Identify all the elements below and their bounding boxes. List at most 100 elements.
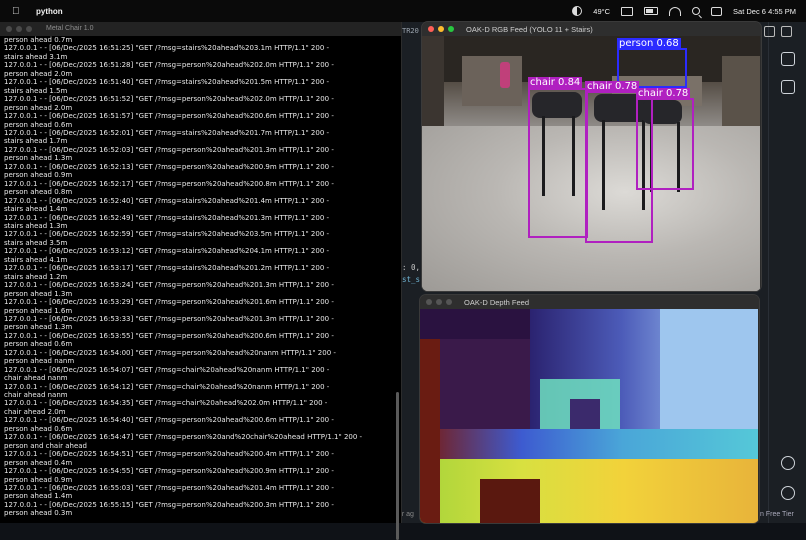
terminal-line: person ahead 0.6m — [4, 424, 73, 433]
terminal-line: person ahead 1.3m — [4, 289, 73, 298]
terminal-line: stairs ahead 1.5m — [4, 86, 68, 95]
menu-bar:  python 49°C Sat Dec 6 4:55 PM — [0, 0, 806, 22]
menu-bar-clock[interactable]: Sat Dec 6 4:55 PM — [733, 7, 796, 16]
terminal-line: 127.0.0.1 - - [06/Dec/2025 16:52:03] "GE… — [4, 145, 334, 154]
terminal-line: chair ahead nanm — [4, 374, 68, 383]
terminal-line: 127.0.0.1 - - [06/Dec/2025 16:54:51] "GE… — [4, 450, 334, 459]
detection-box — [636, 98, 694, 190]
terminal-line: 127.0.0.1 - - [06/Dec/2025 16:53:55] "GE… — [4, 331, 334, 340]
code-fragment: st_s — [402, 275, 421, 284]
terminal-line: person ahead 0.8m — [4, 188, 73, 197]
detection-label: person 0.68 — [617, 38, 681, 49]
appearance-icon[interactable] — [572, 6, 583, 16]
terminal-line: person ahead nanm — [4, 357, 75, 366]
depth-feed-window[interactable]: OAK-D Depth Feed — [420, 295, 759, 523]
status-bar-tier[interactable]: n Free Tier — [760, 511, 794, 518]
menu-bar-status: 49°C Sat Dec 6 4:55 PM — [572, 0, 796, 22]
terminal-line: 127.0.0.1 - - [06/Dec/2025 16:55:03] "GE… — [4, 484, 334, 493]
terminal-line: 127.0.0.1 - - [06/Dec/2025 16:54:55] "GE… — [4, 467, 334, 476]
close-icon[interactable] — [426, 299, 432, 305]
close-icon[interactable] — [428, 26, 434, 32]
terminal-line: 127.0.0.1 - - [06/Dec/2025 16:51:28] "GE… — [4, 61, 334, 70]
terminal-line: person ahead 1.4m — [4, 492, 73, 501]
terminal-line: 127.0.0.1 - - [06/Dec/2025 16:54:35] "GE… — [4, 399, 328, 408]
detection-box — [528, 88, 588, 238]
detection-label: chair 0.78 — [636, 88, 691, 99]
terminal-line: 127.0.0.1 - - [06/Dec/2025 16:54:47] "GE… — [4, 433, 363, 442]
extensions-icon[interactable] — [781, 80, 795, 94]
terminal-line: person ahead 0.6m — [4, 120, 73, 129]
rgb-feed-title-bar[interactable]: OAK-D RGB Feed (YOLO 11 + Stairs) — [422, 22, 761, 36]
terminal-line: person ahead 0.7m — [4, 36, 73, 44]
wifi-icon[interactable] — [669, 6, 682, 16]
temperature-readout[interactable]: 49°C — [593, 7, 610, 16]
terminal-line: person ahead 2.0m — [4, 69, 73, 78]
minimize-icon[interactable] — [436, 299, 442, 305]
terminal-line: person ahead 0.6m — [4, 340, 73, 349]
terminal-line: 127.0.0.1 - - [06/Dec/2025 16:54:07] "GE… — [4, 365, 330, 374]
terminal-line: person ahead 0.9m — [4, 475, 73, 484]
minimize-icon[interactable] — [438, 26, 444, 32]
terminal-line: 127.0.0.1 - - [06/Dec/2025 16:52:59] "GE… — [4, 230, 330, 239]
terminal-line: chair ahead nanm — [4, 391, 68, 400]
terminal-line: person ahead 1.3m — [4, 323, 73, 332]
rgb-feed-window[interactable]: OAK-D RGB Feed (YOLO 11 + Stairs) person… — [422, 22, 761, 291]
spotlight-search-icon[interactable] — [692, 7, 701, 15]
terminal-line: stairs ahead 1.4m — [4, 205, 68, 214]
apple-menu-icon[interactable]:  — [12, 6, 24, 17]
active-app-name[interactable]: python — [36, 7, 63, 16]
terminal-line: 127.0.0.1 - - [06/Dec/2025 16:52:13] "GE… — [4, 162, 334, 171]
terminal-line: 127.0.0.1 - - [06/Dec/2025 16:53:17] "GE… — [4, 264, 330, 273]
zoom-icon[interactable] — [26, 26, 32, 32]
rgb-feed-title: OAK-D RGB Feed (YOLO 11 + Stairs) — [466, 25, 593, 34]
control-center-icon[interactable] — [711, 6, 723, 16]
terminal-line: 127.0.0.1 - - [06/Dec/2025 16:52:17] "GE… — [4, 179, 334, 188]
terminal-line: person ahead 1.3m — [4, 154, 73, 163]
editor-layout-controls — [764, 26, 792, 37]
terminal-line: 127.0.0.1 - - [06/Dec/2025 16:53:24] "GE… — [4, 281, 334, 290]
terminal-line: 127.0.0.1 - - [06/Dec/2025 16:53:29] "GE… — [4, 298, 334, 307]
account-icon[interactable] — [781, 456, 795, 470]
zoom-icon[interactable] — [448, 26, 454, 32]
terminal-line: 127.0.0.1 - - [06/Dec/2025 16:52:49] "GE… — [4, 213, 330, 222]
zoom-icon[interactable] — [446, 299, 452, 305]
terminal-line: 127.0.0.1 - - [06/Dec/2025 16:54:00] "GE… — [4, 348, 336, 357]
terminal-line: stairs ahead 3.5m — [4, 238, 68, 247]
terminal-line: 127.0.0.1 - - [06/Dec/2025 16:51:52] "GE… — [4, 95, 334, 104]
terminal-line: 127.0.0.1 - - [06/Dec/2025 16:51:57] "GE… — [4, 112, 334, 121]
terminal-output[interactable]: person ahead 0.7m 127.0.0.1 - - [06/Dec/2… — [4, 36, 390, 523]
toggle-panel-icon[interactable] — [764, 26, 775, 37]
terminal-title: Metal Chair 1.0 — [46, 25, 94, 32]
terminal-scrollbar[interactable] — [396, 392, 399, 540]
battery-icon[interactable] — [644, 7, 659, 15]
files-icon[interactable] — [781, 52, 795, 66]
toggle-sidebar-icon[interactable] — [781, 26, 792, 37]
depth-feed-title-bar[interactable]: OAK-D Depth Feed — [420, 295, 759, 309]
depth-feed-title: OAK-D Depth Feed — [464, 298, 530, 307]
terminal-line: person ahead 2.0m — [4, 103, 73, 112]
terminal-line: 127.0.0.1 - - [06/Dec/2025 16:54:12] "GE… — [4, 382, 330, 391]
terminal-line: 127.0.0.1 - - [06/Dec/2025 16:53:33] "GE… — [4, 314, 334, 323]
terminal-line: stairs ahead 1.2m — [4, 272, 68, 281]
terminal-line: stairs ahead 3.1m — [4, 52, 68, 61]
settings-gear-icon[interactable] — [781, 486, 795, 500]
terminal-window[interactable]: Metal Chair 1.0 person ahead 0.7m 127.0.0… — [0, 22, 402, 540]
terminal-line: chair ahead 2.0m — [4, 407, 66, 416]
terminal-line: person ahead 0.4m — [4, 458, 73, 467]
terminal-line: 127.0.0.1 - - [06/Dec/2025 16:51:25] "GE… — [4, 44, 330, 53]
minimize-icon[interactable] — [16, 26, 22, 32]
rgb-camera-image: person 0.68 chair 0.84 chair 0.78 chair … — [422, 36, 760, 291]
detection-label: chair 0.78 — [585, 81, 640, 92]
close-icon[interactable] — [6, 26, 12, 32]
terminal-line: person ahead 1.6m — [4, 306, 73, 315]
terminal-line: 127.0.0.1 - - [06/Dec/2025 16:54:40] "GE… — [4, 416, 334, 425]
terminal-line: person ahead 0.9m — [4, 171, 73, 180]
terminal-title-bar[interactable]: Metal Chair 1.0 — [0, 22, 401, 36]
terminal-line: 127.0.0.1 - - [06/Dec/2025 16:52:01] "GE… — [4, 128, 330, 137]
terminal-line: 127.0.0.1 - - [06/Dec/2025 16:55:15] "GE… — [4, 500, 334, 509]
terminal-line: person and chair ahead — [4, 441, 88, 450]
display-icon[interactable] — [621, 6, 634, 16]
detection-label: chair 0.84 — [528, 77, 583, 88]
terminal-line: person ahead 0.3m — [4, 509, 73, 518]
terminal-line: stairs ahead 1.7m — [4, 137, 68, 146]
